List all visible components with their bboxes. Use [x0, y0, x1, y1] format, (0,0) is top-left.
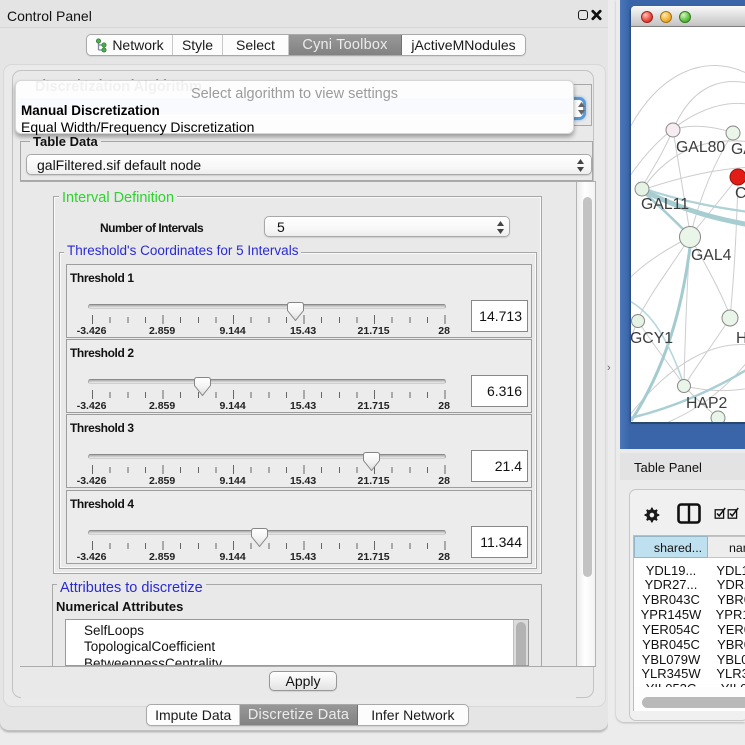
- svg-text:GAL4: GAL4: [691, 247, 732, 264]
- svg-text:GA: GA: [731, 141, 745, 158]
- svg-text:GAL80: GAL80: [676, 139, 725, 156]
- svg-text:H: H: [736, 330, 745, 347]
- svg-text:C: C: [735, 185, 745, 202]
- svg-text:HAP2: HAP2: [686, 395, 727, 412]
- svg-text:GCY1: GCY1: [631, 330, 673, 347]
- svg-text:GAL11: GAL11: [641, 196, 689, 213]
